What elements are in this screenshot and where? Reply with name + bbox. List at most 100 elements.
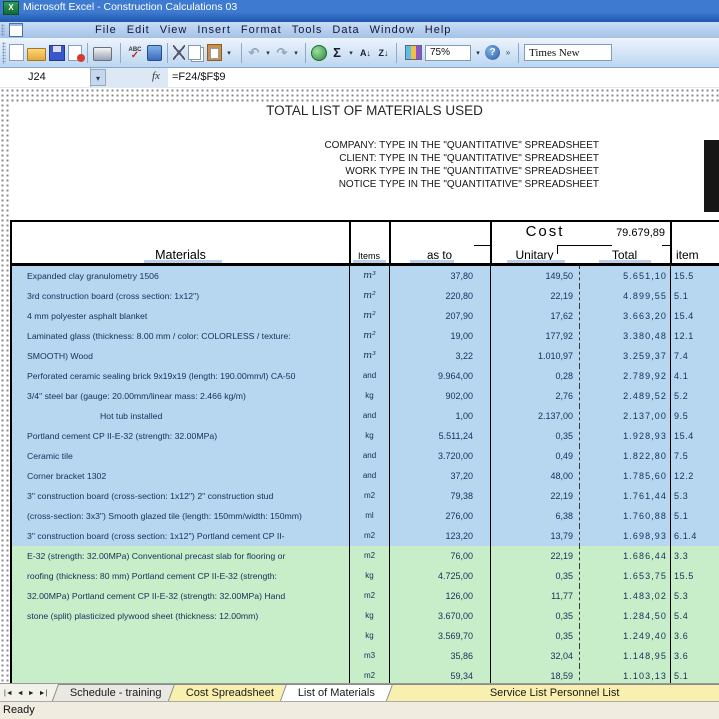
unitary-cost-cell[interactable]: 2.137,00 xyxy=(490,406,579,426)
header-item[interactable]: item xyxy=(670,248,719,262)
material-cell[interactable]: Corner bracket 1302 xyxy=(12,466,349,486)
item-ref-cell[interactable]: 15.4 xyxy=(670,306,719,326)
info-line-notice[interactable]: NOTICE TYPE IN THE "QUANTITATIVE" SPREAD… xyxy=(324,179,599,192)
material-cell[interactable] xyxy=(12,666,349,683)
item-ref-cell[interactable]: 5.2 xyxy=(670,386,719,406)
permission-icon[interactable] xyxy=(68,45,82,61)
total-cost-cell[interactable]: 2.789,92 xyxy=(579,366,670,386)
material-cell[interactable]: 3" construction board (cross-section: 1x… xyxy=(12,486,349,506)
unit-cell[interactable]: m² xyxy=(349,326,389,346)
qty-cell[interactable]: 37,20 xyxy=(389,466,490,486)
qty-cell[interactable]: 37,80 xyxy=(389,266,490,286)
item-ref-cell[interactable]: 7.5 xyxy=(670,446,719,466)
material-cell[interactable]: Portland cement CP II-E-32 (strength: 32… xyxy=(12,426,349,446)
menu-file[interactable]: File xyxy=(95,24,117,36)
qty-cell[interactable]: 79,38 xyxy=(389,486,490,506)
unitary-cost-cell[interactable]: 0,35 xyxy=(490,606,579,626)
total-cost-cell[interactable]: 1.686,44 xyxy=(579,546,670,566)
item-ref-cell[interactable]: 15.4 xyxy=(670,426,719,446)
item-ref-cell[interactable]: 5.4 xyxy=(670,606,719,626)
qty-cell[interactable]: 9.964,00 xyxy=(389,366,490,386)
sort-desc-icon[interactable]: Z↓ xyxy=(376,48,391,58)
unit-cell[interactable]: kg xyxy=(349,566,389,586)
unitary-cost-cell[interactable]: 17,62 xyxy=(490,306,579,326)
menu-format[interactable]: Format xyxy=(241,24,282,36)
item-ref-cell[interactable]: 7.4 xyxy=(670,346,719,366)
qty-cell[interactable]: 3.569,70 xyxy=(389,626,490,646)
menu-insert[interactable]: Insert xyxy=(197,24,231,36)
material-cell[interactable]: Laminated glass (thickness: 8.00 mm / co… xyxy=(12,326,349,346)
qty-cell[interactable]: 4.725,00 xyxy=(389,566,490,586)
open-icon[interactable] xyxy=(27,48,46,61)
sort-asc-icon[interactable]: A↓ xyxy=(358,48,373,58)
total-cost-cell[interactable]: 1.822,80 xyxy=(579,446,670,466)
unitary-cost-cell[interactable]: 22,19 xyxy=(490,286,579,306)
toolbar-options-icon[interactable]: » xyxy=(503,48,513,57)
total-cost-cell[interactable]: 2.137,00 xyxy=(579,406,670,426)
material-cell[interactable]: 32.00MPa) Portland cement CP II-E-32 (st… xyxy=(12,586,349,606)
help-icon[interactable]: ? xyxy=(485,45,500,60)
unitary-cost-cell[interactable]: 0,28 xyxy=(490,366,579,386)
item-ref-cell[interactable]: 15.5 xyxy=(670,566,719,586)
total-cost-cell[interactable]: 2.489,52 xyxy=(579,386,670,406)
info-line-company[interactable]: COMPANY: TYPE IN THE "QUANTITATIVE" SPRE… xyxy=(324,140,599,153)
qty-cell[interactable]: 126,00 xyxy=(389,586,490,606)
total-cost-cell[interactable]: 1.284,50 xyxy=(579,606,670,626)
qty-cell[interactable]: 76,00 xyxy=(389,546,490,566)
sheet-tab-cost-spreadsheet[interactable]: Cost Spreadsheet xyxy=(168,684,292,701)
redo-icon[interactable]: ↷ xyxy=(275,45,289,61)
unit-cell[interactable]: m² xyxy=(349,306,389,326)
material-cell[interactable]: 4 mm polyester asphalt blanket xyxy=(12,306,349,326)
qty-cell[interactable]: 3.720,00 xyxy=(389,446,490,466)
item-ref-cell[interactable]: 5.3 xyxy=(670,586,719,606)
qty-cell[interactable]: 3.670,00 xyxy=(389,606,490,626)
unitary-cost-cell[interactable]: 0,49 xyxy=(490,446,579,466)
unit-cell[interactable]: m³ xyxy=(349,266,389,286)
unit-cell[interactable]: and xyxy=(349,446,389,466)
unitary-cost-cell[interactable]: 32,04 xyxy=(490,646,579,666)
name-box-dropdown-icon[interactable]: ▾ xyxy=(90,69,106,86)
info-line-work[interactable]: WORK TYPE IN THE "QUANTITATIVE" SPREADSH… xyxy=(324,166,599,179)
material-cell[interactable]: SMOOTH) Wood xyxy=(12,346,349,366)
menu-tools[interactable]: Tools xyxy=(292,24,323,36)
material-cell[interactable]: (cross-section: 3x3") Smooth glazed tile… xyxy=(12,506,349,526)
sheet-tab-schedule-training[interactable]: Schedule - training xyxy=(52,684,180,701)
material-cell[interactable]: 3" construction board (cross section: 1x… xyxy=(12,526,349,546)
unit-cell[interactable]: m² xyxy=(349,286,389,306)
total-cost-cell[interactable]: 1.249,40 xyxy=(579,626,670,646)
material-cell[interactable]: Expanded clay granulometry 1506 xyxy=(12,266,349,286)
sheet-title[interactable]: TOTAL LIST OF MATERIALS USED xyxy=(0,103,719,118)
unit-cell[interactable]: kg xyxy=(349,426,389,446)
font-name-box[interactable]: Times New xyxy=(524,44,612,61)
qty-cell[interactable]: 276,00 xyxy=(389,506,490,526)
total-cost-cell[interactable]: 1.761,44 xyxy=(579,486,670,506)
unitary-cost-cell[interactable]: 6,38 xyxy=(490,506,579,526)
unitary-cost-cell[interactable]: 0,35 xyxy=(490,566,579,586)
sheet-nav-last-icon[interactable]: ►| xyxy=(39,689,48,699)
formula-input[interactable]: =F24/$F$9 xyxy=(168,68,719,87)
total-cost-cell[interactable]: 1.103,13 xyxy=(579,666,670,683)
unitary-cost-cell[interactable]: 2,76 xyxy=(490,386,579,406)
unitary-cost-cell[interactable]: 11,77 xyxy=(490,586,579,606)
dropdown-arrow[interactable]: ▾ xyxy=(264,49,272,57)
menu-window[interactable]: Window xyxy=(370,24,415,36)
sheet-tab-list-of-materials[interactable]: List of Materials xyxy=(280,684,393,701)
material-cell[interactable] xyxy=(12,626,349,646)
unit-cell[interactable]: m2 xyxy=(349,486,389,506)
dropdown-arrow[interactable]: ▾ xyxy=(225,49,233,57)
unitary-cost-cell[interactable]: 48,00 xyxy=(490,466,579,486)
item-ref-cell[interactable]: 3.3 xyxy=(670,546,719,566)
copy-icon[interactable] xyxy=(188,45,201,60)
unit-cell[interactable]: m2 xyxy=(349,526,389,546)
total-cost-cell[interactable]: 1.785,60 xyxy=(579,466,670,486)
item-ref-cell[interactable]: 12.1 xyxy=(670,326,719,346)
sum-icon[interactable]: Σ xyxy=(330,45,344,60)
unit-cell[interactable]: and xyxy=(349,466,389,486)
total-cost-cell[interactable]: 1.483,02 xyxy=(579,586,670,606)
dropdown-arrow[interactable]: ▾ xyxy=(292,49,300,57)
material-cell[interactable]: E-32 (strength: 32.00MPa) Conventional p… xyxy=(12,546,349,566)
total-cost-cell[interactable]: 1.698,93 xyxy=(579,526,670,546)
item-ref-cell[interactable]: 12.2 xyxy=(670,466,719,486)
unitary-cost-cell[interactable]: 13,79 xyxy=(490,526,579,546)
qty-cell[interactable]: 3,22 xyxy=(389,346,490,366)
